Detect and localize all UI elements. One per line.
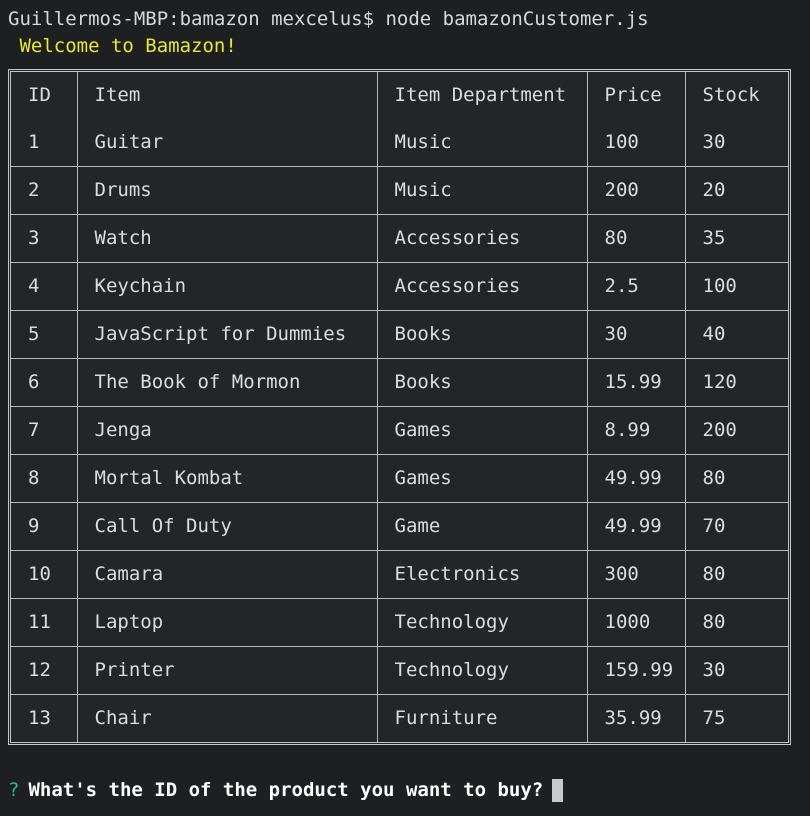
table-row: 4 Keychain Accessories 2.5 100 (11, 262, 788, 311)
cell-department: Games (376, 406, 588, 455)
cell-price: 159.99 (586, 646, 686, 695)
table-row: 11 Laptop Technology 1000 80 (11, 598, 788, 647)
cell-department: Furniture (376, 694, 588, 742)
cell-id: 7 (11, 406, 78, 455)
cell-id: 12 (11, 646, 78, 695)
table-row: 7 Jenga Games 8.99 200 (11, 406, 788, 455)
cell-item: Drums (76, 166, 378, 215)
cell-price: 300 (586, 550, 686, 599)
cell-stock: 30 (684, 119, 788, 167)
cell-item: Camara (76, 550, 378, 599)
cell-stock: 20 (684, 166, 788, 215)
cell-id: 1 (11, 119, 78, 167)
cell-stock: 100 (684, 262, 788, 311)
table-row: 2 Drums Music 200 20 (11, 166, 788, 215)
text-cursor[interactable] (552, 778, 564, 802)
cell-stock: 30 (684, 646, 788, 695)
table-body: 1 Guitar Music 100 30 2 Drums Music 200 20 3 Watch A… (11, 119, 788, 742)
cell-stock: 40 (684, 310, 788, 359)
cell-department: Technology (376, 646, 588, 695)
products-table: ID Item Item Department Price Stock 1 Gui… (11, 72, 788, 742)
cell-price: 80 (586, 214, 686, 263)
cell-department: Music (376, 166, 588, 215)
cell-id: 13 (11, 694, 78, 742)
cell-stock: 75 (684, 694, 788, 742)
cell-department: Accessories (376, 262, 588, 311)
cell-item: Jenga (76, 406, 378, 455)
cell-item: Guitar (76, 119, 378, 167)
table-row: 5 JavaScript for Dummies Books 30 40 (11, 310, 788, 359)
prompt-question-text: What's the ID of the product you want to… (28, 779, 544, 801)
column-header-item: Item (76, 72, 378, 119)
cell-price: 100 (586, 119, 686, 167)
table-row: 3 Watch Accessories 80 35 (11, 214, 788, 263)
question-mark-icon: ? (8, 779, 20, 801)
table-row: 6 The Book of Mormon Books 15.99 120 (11, 358, 788, 407)
column-header-stock: Stock (684, 72, 788, 119)
cell-item: Keychain (76, 262, 378, 311)
input-prompt[interactable]: ? What's the ID of the product you want t… (8, 778, 564, 802)
cell-department: Music (376, 119, 588, 167)
cell-item: Printer (76, 646, 378, 695)
cell-department: Technology (376, 598, 588, 647)
cell-price: 35.99 (586, 694, 686, 742)
table-header: ID Item Item Department Price Stock (11, 72, 788, 119)
cell-id: 9 (11, 502, 78, 551)
shell-command-line: Guillermos-MBP:bamazon mexcelus$ node ba… (8, 8, 649, 30)
cell-department: Books (376, 358, 588, 407)
table-row: 13 Chair Furniture 35.99 75 (11, 694, 788, 742)
cell-item: Call Of Duty (76, 502, 378, 551)
cell-price: 2.5 (586, 262, 686, 311)
column-header-price: Price (586, 72, 686, 119)
table-row: 10 Camara Electronics 300 80 (11, 550, 788, 599)
cell-department: Games (376, 454, 588, 503)
cell-department: Books (376, 310, 588, 359)
cell-id: 10 (11, 550, 78, 599)
cell-id: 2 (11, 166, 78, 215)
table-row: 8 Mortal Kombat Games 49.99 80 (11, 454, 788, 503)
cell-item: Mortal Kombat (76, 454, 378, 503)
cell-stock: 80 (684, 598, 788, 647)
cell-item: JavaScript for Dummies (76, 310, 378, 359)
cell-id: 4 (11, 262, 78, 311)
cell-item: The Book of Mormon (76, 358, 378, 407)
welcome-message: Welcome to Bamazon! (8, 35, 237, 57)
cell-stock: 35 (684, 214, 788, 263)
cell-department: Electronics (376, 550, 588, 599)
cell-price: 49.99 (586, 502, 686, 551)
cell-item: Laptop (76, 598, 378, 647)
column-header-id: ID (11, 72, 78, 119)
cell-department: Accessories (376, 214, 588, 263)
cell-stock: 120 (684, 358, 788, 407)
cell-price: 15.99 (586, 358, 686, 407)
cell-price: 49.99 (586, 454, 686, 503)
cell-id: 5 (11, 310, 78, 359)
cell-item: Watch (76, 214, 378, 263)
cell-id: 11 (11, 598, 78, 647)
table-header-row: ID Item Item Department Price Stock (11, 72, 788, 119)
table-row: 1 Guitar Music 100 30 (11, 119, 788, 167)
cell-department: Game (376, 502, 588, 551)
cell-price: 8.99 (586, 406, 686, 455)
cell-stock: 80 (684, 550, 788, 599)
cell-id: 6 (11, 358, 78, 407)
cell-item: Chair (76, 694, 378, 742)
cell-stock: 80 (684, 454, 788, 503)
cell-price: 1000 (586, 598, 686, 647)
table-row: 12 Printer Technology 159.99 30 (11, 646, 788, 695)
cell-price: 30 (586, 310, 686, 359)
terminal-window[interactable]: Guillermos-MBP:bamazon mexcelus$ node ba… (0, 0, 810, 816)
cell-price: 200 (586, 166, 686, 215)
products-table-container: ID Item Item Department Price Stock 1 Gui… (8, 69, 791, 745)
cell-id: 3 (11, 214, 78, 263)
column-header-department: Item Department (376, 72, 588, 119)
cell-id: 8 (11, 454, 78, 503)
cell-stock: 200 (684, 406, 788, 455)
table-row: 9 Call Of Duty Game 49.99 70 (11, 502, 788, 551)
cell-stock: 70 (684, 502, 788, 551)
